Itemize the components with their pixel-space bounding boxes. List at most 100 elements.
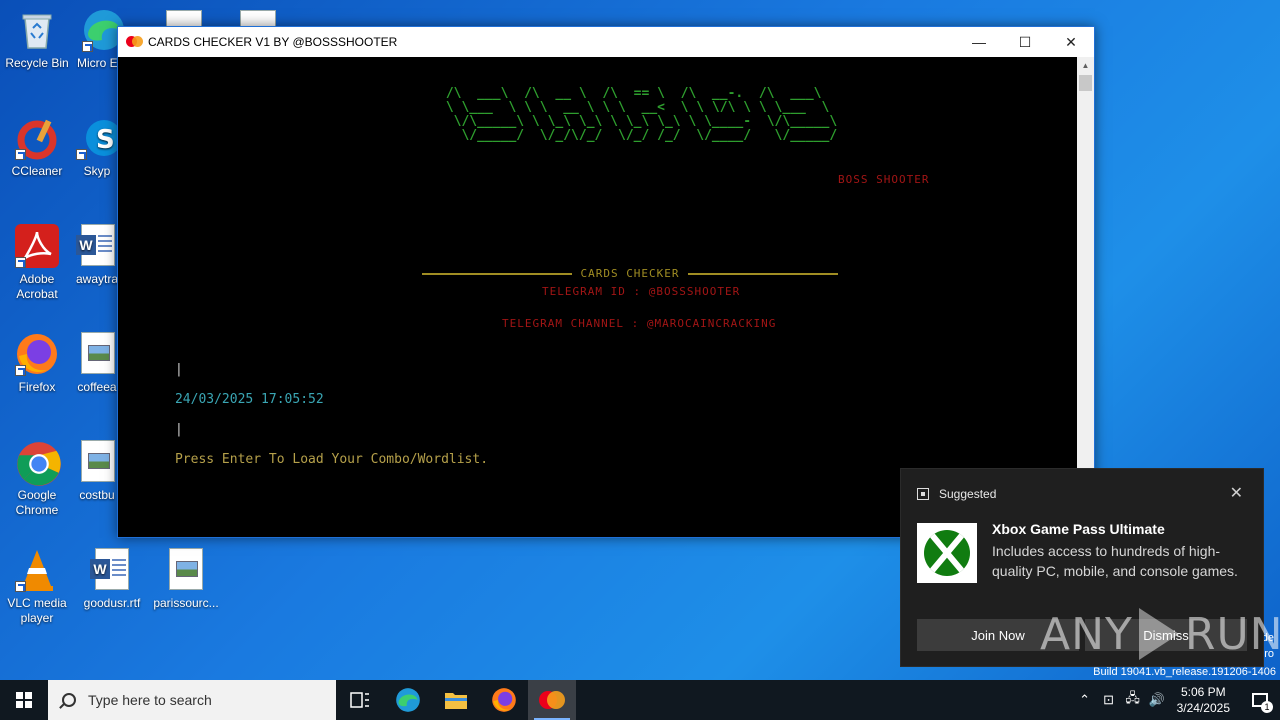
anyrun-watermark: ANY RUN: [1040, 608, 1280, 660]
desktop-icon-label: VLC media player: [7, 596, 67, 625]
prompt-separator: |: [174, 362, 183, 377]
scroll-up-icon[interactable]: ▲: [1077, 57, 1094, 74]
edge-icon: [396, 688, 420, 712]
mastercard-icon: [539, 691, 565, 709]
desktop-icon-label: costbu: [79, 488, 115, 502]
start-button[interactable]: [0, 680, 48, 720]
chrome-icon: [15, 440, 61, 486]
image-file-icon: [76, 332, 118, 376]
shortcut-arrow-icon: [15, 149, 26, 160]
desktop-icon-label: Recycle Bin: [5, 56, 69, 70]
vertical-scrollbar[interactable]: ▲: [1077, 57, 1094, 538]
firefox-icon: [15, 332, 59, 376]
desktop-icon-acrobat[interactable]: Adobe Acrobat: [1, 224, 73, 302]
volume-icon[interactable]: 🔊: [1145, 692, 1169, 708]
image-file-icon: [164, 548, 208, 592]
desktop-icon-vlc[interactable]: VLC media player: [1, 548, 73, 626]
windows-logo-icon: [16, 692, 32, 708]
desktop-icon-label: coffeea: [77, 380, 117, 394]
prompt-message: Press Enter To Load Your Combo/Wordlist.: [174, 452, 489, 467]
minimize-button[interactable]: —: [956, 27, 1002, 57]
desktop-icon-firefox[interactable]: Firefox: [1, 332, 73, 395]
section-title: CARDS CHECKER: [580, 267, 680, 280]
desktop-icon-label: Google Chrome: [15, 488, 59, 517]
clock[interactable]: 5:06 PM 3/24/2025: [1177, 684, 1230, 716]
shortcut-arrow-icon: [15, 365, 26, 376]
section-title-line: CARDS CHECKER: [422, 267, 838, 280]
action-center-button[interactable]: 1: [1240, 680, 1280, 720]
desktop-icon-label: awaytra: [76, 272, 118, 286]
desktop-icon-label: goodusr.rtf: [83, 596, 141, 610]
toast-header: Suggested: [917, 487, 996, 501]
taskbar-firefox[interactable]: [480, 680, 528, 720]
search-placeholder: Type here to search: [88, 692, 212, 708]
ascii-banner: /\ ___\ /\ __ \ /\ == \ /\ __-. /\ ___\ …: [445, 86, 838, 143]
toast-app-name: Xbox Game Pass Ultimate: [992, 521, 1165, 537]
taskbar: Type here to search ⌃ ⊡ 🖧 🔊 5:06 PM 3/24…: [0, 680, 1280, 720]
console-window[interactable]: CARDS CHECKER V1 BY @BOSSSHOOTER — ☐ ✕ /…: [117, 26, 1095, 538]
desktop-icon-ccleaner[interactable]: CCleaner: [1, 116, 73, 179]
maximize-button[interactable]: ☐: [1002, 27, 1048, 57]
desktop-icon-awaytra[interactable]: W awaytra: [76, 224, 118, 287]
author-label: BOSS SHOOTER: [838, 173, 930, 186]
folder-icon: [445, 693, 467, 709]
watermark-right: RUN: [1184, 608, 1280, 660]
telegram-channel: TELEGRAM CHANNEL : @MAROCAINCRACKING: [502, 317, 777, 330]
desktop-icon-label: Firefox: [18, 380, 56, 394]
taskbar-file-explorer[interactable]: [432, 680, 480, 720]
word-doc-icon: W: [76, 224, 118, 268]
desktop-icon-skype[interactable]: S Skyp: [76, 116, 118, 179]
desktop-icon-label: parissourc...: [153, 596, 219, 610]
divider-left: [422, 272, 573, 275]
toast-body: Includes access to hundreds of high-qual…: [992, 543, 1238, 579]
firefox-icon: [492, 688, 516, 712]
word-doc-icon: W: [90, 548, 134, 592]
xbox-icon: [917, 523, 977, 583]
desktop-icon-recycle-bin[interactable]: Recycle Bin: [1, 8, 73, 71]
window-controls: — ☐ ✕: [956, 27, 1094, 57]
desktop-icon-label: Adobe Acrobat: [16, 272, 58, 301]
acrobat-icon: [15, 224, 59, 268]
shortcut-arrow-icon: [76, 149, 87, 160]
task-view-button[interactable]: [336, 680, 384, 720]
taskbar-edge[interactable]: [384, 680, 432, 720]
svg-text:S: S: [96, 125, 115, 155]
console-output[interactable]: /\ ___\ /\ __ \ /\ == \ /\ __-. /\ ___\ …: [118, 57, 1078, 537]
scrollbar-thumb[interactable]: [1079, 75, 1092, 91]
desktop-icon-coffeea[interactable]: coffeea: [76, 332, 118, 395]
recycle-bin-icon: [15, 8, 59, 52]
network-icon[interactable]: 🖧: [1121, 689, 1145, 711]
play-icon: [1138, 608, 1179, 660]
ccleaner-icon: [15, 116, 59, 160]
watermark-left: ANY: [1040, 608, 1133, 660]
taskbar-cards-checker[interactable]: [528, 680, 576, 720]
toast-close-icon[interactable]: ✕: [1230, 483, 1243, 503]
desktop-icon-costbu[interactable]: costbu: [76, 440, 118, 503]
device-icon[interactable]: ⊡: [1097, 692, 1121, 708]
window-titlebar[interactable]: CARDS CHECKER V1 BY @BOSSSHOOTER — ☐ ✕: [118, 27, 1094, 57]
desktop-icon-chrome[interactable]: Google Chrome: [1, 440, 73, 518]
suggested-icon: [917, 488, 929, 500]
image-file-icon: [76, 440, 118, 484]
divider-right: [687, 272, 838, 275]
window-title: CARDS CHECKER V1 BY @BOSSSHOOTER: [148, 35, 398, 49]
chevron-up-icon[interactable]: ⌃: [1073, 692, 1097, 708]
prompt-separator: |: [174, 422, 183, 437]
system-tray: ⌃ ⊡ 🖧 🔊 5:06 PM 3/24/2025 1: [1073, 680, 1280, 720]
shortcut-arrow-icon: [15, 257, 26, 268]
desktop-icon-label: Skyp: [83, 164, 111, 178]
prompt-timestamp: 24/03/2025 17:05:52: [174, 392, 324, 407]
skype-icon: S: [76, 116, 118, 160]
telegram-id: TELEGRAM ID : @BOSSSHOOTER: [542, 285, 741, 298]
taskbar-search[interactable]: Type here to search: [48, 680, 336, 720]
task-view-icon: [350, 692, 369, 708]
toast-header-label: Suggested: [939, 487, 997, 501]
desktop-icon-parissourc[interactable]: parissourc...: [150, 548, 222, 611]
shortcut-arrow-icon: [82, 41, 93, 52]
prompt-line: | 24/03/2025 17:05:52 | Press Enter To L…: [128, 347, 488, 482]
notification-count: 1: [1261, 701, 1273, 713]
clock-date: 3/24/2025: [1176, 701, 1230, 715]
close-button[interactable]: ✕: [1048, 27, 1094, 57]
shortcut-arrow-icon: [15, 581, 26, 592]
desktop-icon-goodusr[interactable]: W goodusr.rtf: [76, 548, 148, 611]
